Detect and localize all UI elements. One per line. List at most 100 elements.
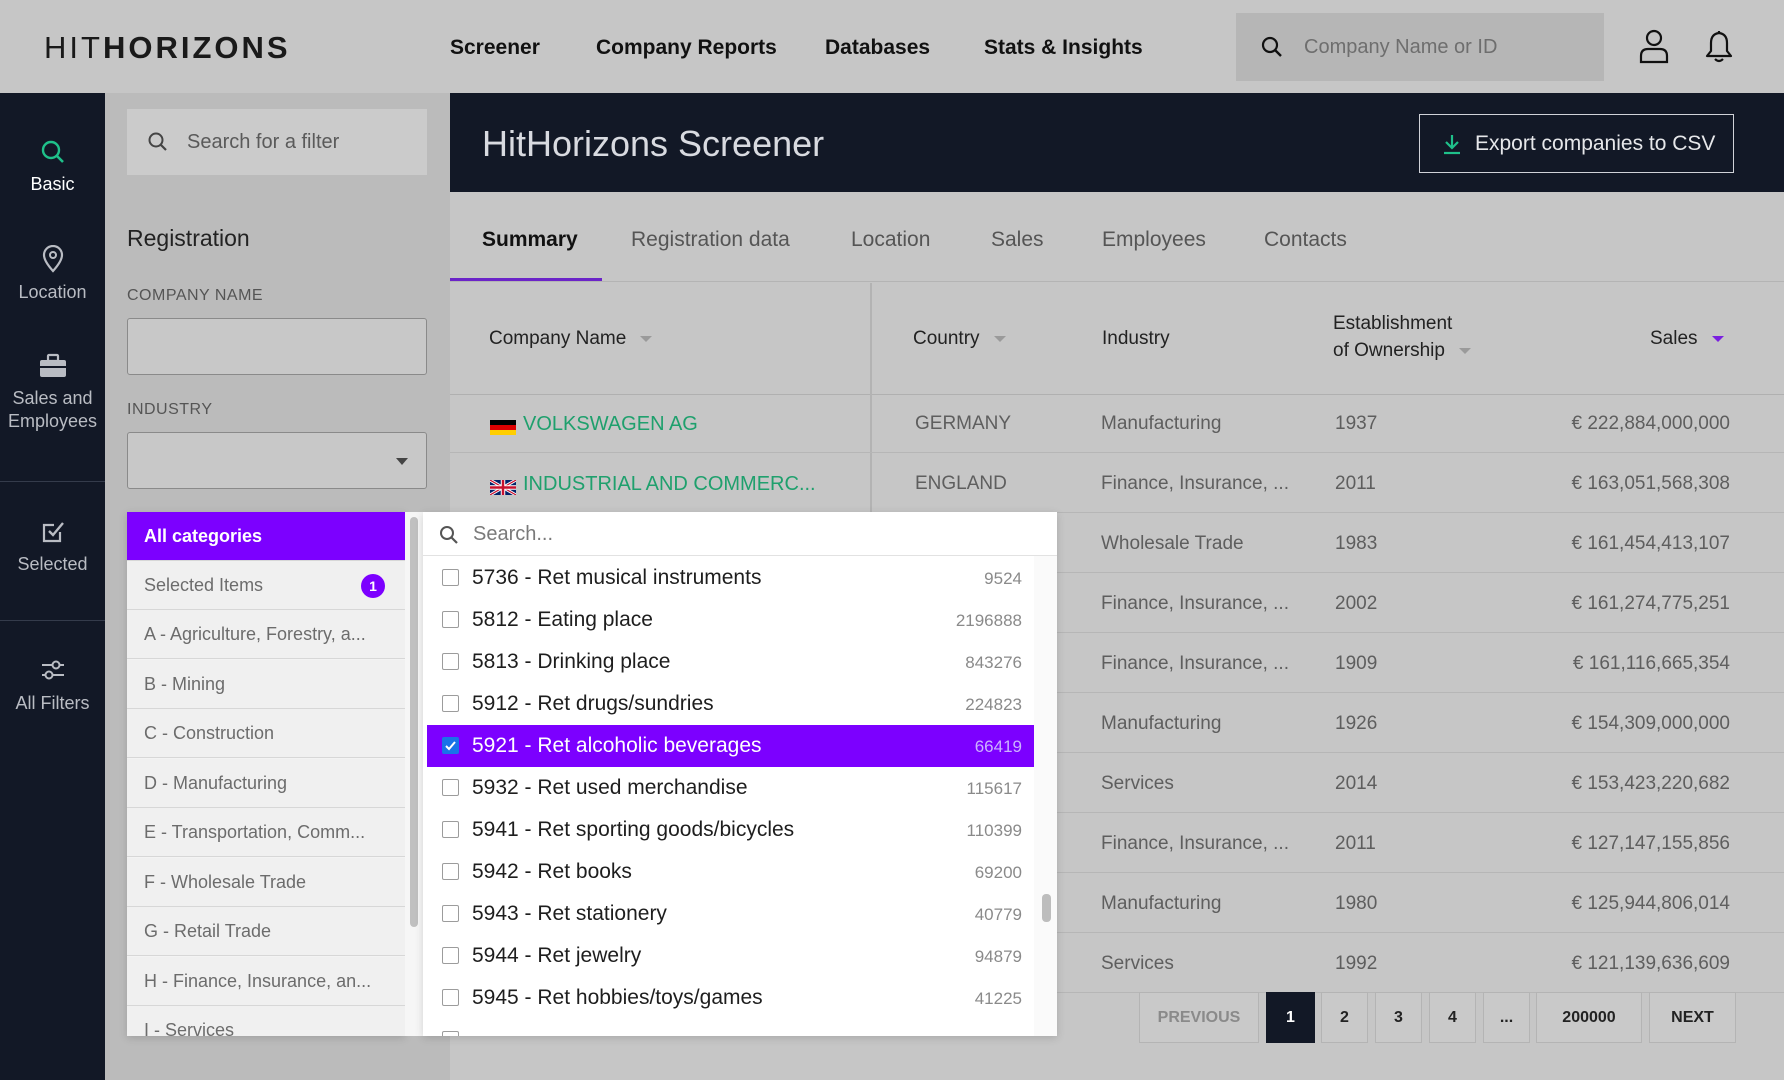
industry-code-search-input[interactable]	[473, 512, 1033, 556]
category-item[interactable]: B - Mining	[127, 660, 405, 709]
rail-item-basic[interactable]: Basic	[0, 139, 105, 196]
table-row[interactable]: VOLKSWAGEN AG GERMANY Manufacturing 1937 € 2…	[450, 396, 1784, 453]
category-scrollbar[interactable]	[405, 512, 423, 1036]
checkbox[interactable]	[442, 821, 459, 838]
industry-code-option[interactable]: 5944 - Ret jewelry 94879	[427, 935, 1034, 977]
industry-code-option[interactable]: 5943 - Ret stationery 40779	[427, 893, 1034, 935]
industry-code-label: 5932 - Ret used merchandise	[472, 776, 748, 799]
industry-code-option[interactable]	[427, 1019, 1034, 1036]
tab-sales[interactable]: Sales	[991, 228, 1044, 252]
tab-location[interactable]: Location	[851, 228, 930, 252]
rail-item-sales-employees[interactable]: Sales and Employees	[0, 353, 105, 433]
page-title: HitHorizons Screener	[482, 123, 825, 164]
checkbox[interactable]	[442, 989, 459, 1006]
category-item[interactable]: C - Construction	[127, 709, 405, 758]
pagination-page[interactable]: 2	[1321, 992, 1368, 1043]
chevron-down-icon	[396, 458, 408, 465]
category-item[interactable]: F - Wholesale Trade	[127, 858, 405, 907]
industry-code-scrollbar[interactable]	[1034, 556, 1057, 1036]
selected-count-badge: 1	[361, 574, 385, 598]
company-name-link[interactable]: INDUSTRIAL AND COMMERC...	[523, 473, 816, 496]
checkbox[interactable]	[442, 695, 459, 712]
industry-code-option[interactable]: 5813 - Drinking place 843276	[427, 641, 1034, 683]
column-header-company[interactable]: Company Name	[489, 325, 653, 352]
pagination-page[interactable]: 1	[1266, 992, 1315, 1043]
industry-code-option[interactable]: 5812 - Eating place 2196888	[427, 599, 1034, 641]
category-item[interactable]: I - Services	[127, 1006, 405, 1036]
checkbox-icon	[42, 522, 64, 543]
company-search-input[interactable]	[1304, 13, 1594, 81]
checkbox[interactable]	[442, 737, 459, 754]
pagination-next[interactable]: NEXT	[1649, 992, 1736, 1043]
table-row[interactable]: INDUSTRIAL AND COMMERC... ENGLAND Finance,…	[450, 456, 1784, 513]
scrollbar-thumb[interactable]	[1042, 894, 1051, 922]
checkbox[interactable]	[442, 1031, 459, 1036]
column-header-country[interactable]: Country	[913, 325, 1006, 352]
column-header-label-line2: of Ownership	[1333, 340, 1445, 361]
column-header-establishment[interactable]: Establishment of Ownership	[1333, 310, 1471, 364]
sales-cell: € 161,116,665,354	[1572, 653, 1730, 674]
industry-code-option[interactable]: 5736 - Ret musical instruments 9524	[427, 557, 1034, 599]
column-header-sales[interactable]: Sales	[1650, 325, 1724, 352]
bell-icon[interactable]	[1704, 28, 1734, 69]
industry-code-option[interactable]: 5921 - Ret alcoholic beverages 66419	[427, 725, 1034, 767]
tab-employees[interactable]: Employees	[1102, 228, 1206, 252]
industry-code-option[interactable]: 5941 - Ret sporting goods/bicycles 110399	[427, 809, 1034, 851]
tab-summary[interactable]: Summary	[482, 228, 578, 252]
rail-item-selected[interactable]: Selected	[0, 519, 105, 576]
rail-item-label: Basic	[30, 174, 75, 194]
nav-databases[interactable]: Databases	[825, 36, 930, 60]
category-item[interactable]: H - Finance, Insurance, an...	[127, 957, 405, 1006]
rail-item-all-filters[interactable]: All Filters	[0, 656, 105, 715]
category-all[interactable]: All categories	[127, 512, 405, 561]
industry-code-label: 5941 - Ret sporting goods/bicycles	[472, 818, 795, 841]
checkbox[interactable]	[442, 905, 459, 922]
industry-code-list: 5736 - Ret musical instruments 9524 5812 -…	[423, 512, 1057, 1036]
company-name-field[interactable]	[127, 318, 427, 375]
category-selected-items[interactable]: Selected Items 1	[127, 561, 405, 610]
establishment-year-cell: 1937	[1335, 413, 1378, 434]
export-csv-button[interactable]: Export companies to CSV	[1419, 114, 1734, 173]
pagination-previous[interactable]: PREVIOUS	[1139, 992, 1259, 1043]
checkbox[interactable]	[442, 653, 459, 670]
industry-code-option[interactable]: 5932 - Ret used merchandise 115617	[427, 767, 1034, 809]
rail-item-label-line1: Sales and	[12, 388, 93, 408]
pagination-page[interactable]: 4	[1429, 992, 1476, 1043]
nav-company-reports[interactable]: Company Reports	[596, 36, 777, 60]
checkbox[interactable]	[442, 569, 459, 586]
industry-select[interactable]	[127, 432, 427, 489]
pagination-page-last[interactable]: 200000	[1536, 992, 1642, 1043]
category-item[interactable]: G - Retail Trade	[127, 907, 405, 956]
pagination-page[interactable]: 3	[1375, 992, 1422, 1043]
category-item[interactable]: D - Manufacturing	[127, 759, 405, 808]
industry-code-option[interactable]: 5945 - Ret hobbies/toys/games 41225	[427, 977, 1034, 1019]
hithorizons-logo[interactable]: HITHORIZONS	[44, 30, 291, 66]
pagination-ellipsis[interactable]: ...	[1483, 992, 1530, 1043]
filter-search-input[interactable]	[187, 109, 417, 175]
tab-registration-data[interactable]: Registration data	[631, 228, 790, 252]
industry-code-option[interactable]: 5912 - Ret drugs/sundries 224823	[427, 683, 1034, 725]
country-cell: GERMANY	[915, 413, 1012, 434]
company-name-link[interactable]: VOLKSWAGEN AG	[523, 413, 698, 436]
scrollbar-thumb[interactable]	[410, 517, 418, 927]
user-icon[interactable]	[1638, 28, 1670, 69]
industry-code-label: 5912 - Ret drugs/sundries	[472, 692, 714, 715]
industry-code-label: 5942 - Ret books	[472, 860, 632, 883]
tab-contacts[interactable]: Contacts	[1264, 228, 1347, 252]
column-header-industry[interactable]: Industry	[1102, 325, 1170, 352]
rail-item-location[interactable]: Location	[0, 245, 105, 304]
category-item[interactable]: E - Transportation, Comm...	[127, 808, 405, 857]
category-item[interactable]: A - Agriculture, Forestry, a...	[127, 610, 405, 659]
rail-divider	[0, 481, 105, 482]
export-csv-label: Export companies to CSV	[1475, 132, 1716, 155]
industry-cell: Manufacturing	[1101, 713, 1222, 734]
checkbox[interactable]	[442, 863, 459, 880]
checkbox[interactable]	[442, 611, 459, 628]
search-icon	[147, 131, 169, 158]
checkbox[interactable]	[442, 779, 459, 796]
nav-screener[interactable]: Screener	[450, 36, 540, 60]
nav-stats-insights[interactable]: Stats & Insights	[984, 36, 1143, 60]
checkbox[interactable]	[442, 947, 459, 964]
industry-code-option[interactable]: 5942 - Ret books 69200	[427, 851, 1034, 893]
rail-item-label: Selected	[17, 554, 88, 574]
